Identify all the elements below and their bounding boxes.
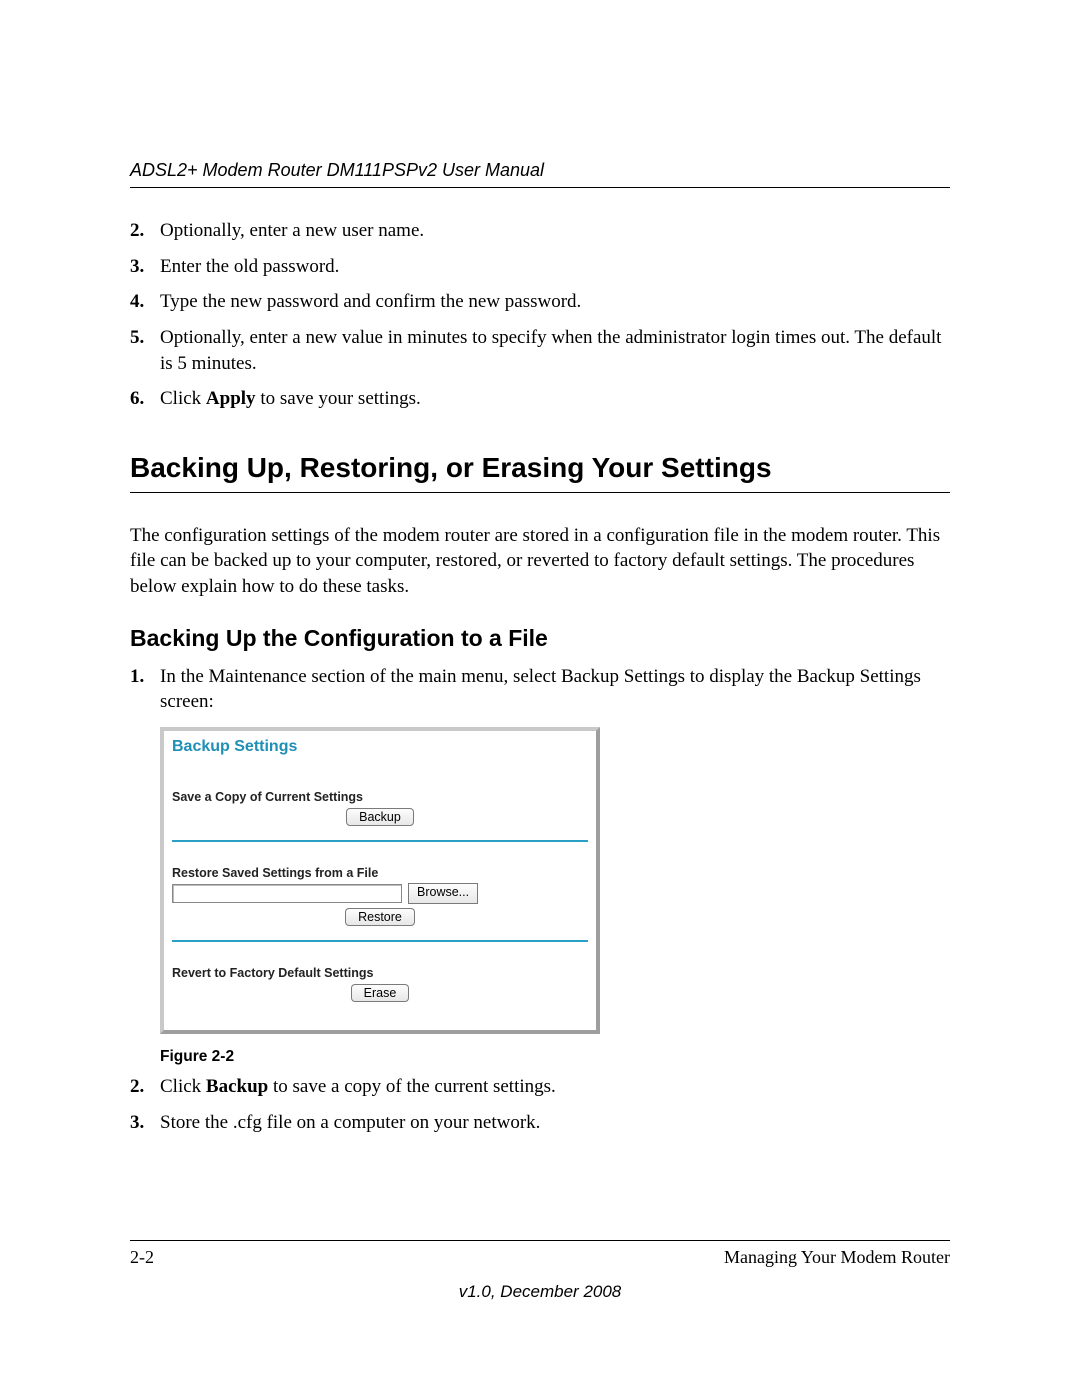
step-number: 2. [130, 1074, 160, 1100]
step-text-pre: Click [160, 388, 206, 409]
manual-page: ADSL2+ Modem Router DM111PSPv2 User Manu… [0, 0, 1080, 1397]
save-copy-label: Save a Copy of Current Settings [172, 790, 588, 804]
browse-button[interactable]: Browse... [408, 883, 478, 904]
step-item: 2. Click Backup to save a copy of the cu… [130, 1074, 950, 1100]
chapter-title: Managing Your Modem Router [724, 1247, 950, 1268]
backup-button[interactable]: Backup [346, 808, 414, 826]
running-header: ADSL2+ Modem Router DM111PSPv2 User Manu… [130, 160, 950, 188]
divider [172, 840, 588, 842]
step-number: 3. [130, 254, 160, 280]
footer-rule [130, 1240, 950, 1241]
panel-title: Backup Settings [172, 735, 588, 762]
step-item: 3. Store the .cfg file on a computer on … [130, 1110, 950, 1136]
step-item: 4. Type the new password and confirm the… [130, 289, 950, 315]
restore-label: Restore Saved Settings from a File [172, 866, 588, 880]
section-heading-backup: Backing Up, Restoring, or Erasing Your S… [130, 452, 950, 493]
step-list-password: 2. Optionally, enter a new user name. 3.… [130, 218, 950, 412]
step-text: Optionally, enter a new user name. [160, 218, 950, 244]
step-text: Optionally, enter a new value in minutes… [160, 325, 950, 376]
step-text: Click Apply to save your settings. [160, 386, 950, 412]
step-text: In the Maintenance section of the main m… [160, 664, 950, 715]
step-text-bold: Backup [206, 1076, 268, 1097]
step-number: 1. [130, 664, 160, 715]
divider [172, 940, 588, 942]
step-item: 2. Optionally, enter a new user name. [130, 218, 950, 244]
step-text-post: to save a copy of the current settings. [268, 1076, 556, 1097]
step-text-post: to save your settings. [256, 388, 421, 409]
figure-caption: Figure 2-2 [160, 1048, 950, 1066]
step-text: Enter the old password. [160, 254, 950, 280]
page-number: 2-2 [130, 1247, 154, 1268]
revert-label: Revert to Factory Default Settings [172, 966, 588, 980]
figure-backup-settings: Backup Settings Save a Copy of Current S… [160, 727, 950, 1066]
step-text: Type the new password and confirm the ne… [160, 289, 950, 315]
step-text-pre: Click [160, 1076, 206, 1097]
step-item: 5. Optionally, enter a new value in minu… [130, 325, 950, 376]
page-footer: 2-2 Managing Your Modem Router v1.0, Dec… [130, 1240, 950, 1302]
step-number: 4. [130, 289, 160, 315]
restore-file-input[interactable] [172, 884, 402, 903]
step-item: 3. Enter the old password. [130, 254, 950, 280]
step-number: 6. [130, 386, 160, 412]
backup-settings-panel: Backup Settings Save a Copy of Current S… [160, 727, 600, 1034]
step-list-backup-cont: 2. Click Backup to save a copy of the cu… [130, 1074, 950, 1135]
subsection-heading-backup-file: Backing Up the Configuration to a File [130, 625, 950, 652]
step-text: Click Backup to save a copy of the curre… [160, 1074, 950, 1100]
doc-version: v1.0, December 2008 [130, 1282, 950, 1302]
erase-button[interactable]: Erase [351, 984, 410, 1002]
step-text-bold: Apply [206, 388, 256, 409]
step-item: 6. Click Apply to save your settings. [130, 386, 950, 412]
step-number: 5. [130, 325, 160, 376]
step-list-backup: 1. In the Maintenance section of the mai… [130, 664, 950, 715]
step-number: 3. [130, 1110, 160, 1136]
step-number: 2. [130, 218, 160, 244]
step-item: 1. In the Maintenance section of the mai… [130, 664, 950, 715]
step-text: Store the .cfg file on a computer on you… [160, 1110, 950, 1136]
section-intro: The configuration settings of the modem … [130, 523, 950, 600]
restore-button[interactable]: Restore [345, 908, 415, 926]
